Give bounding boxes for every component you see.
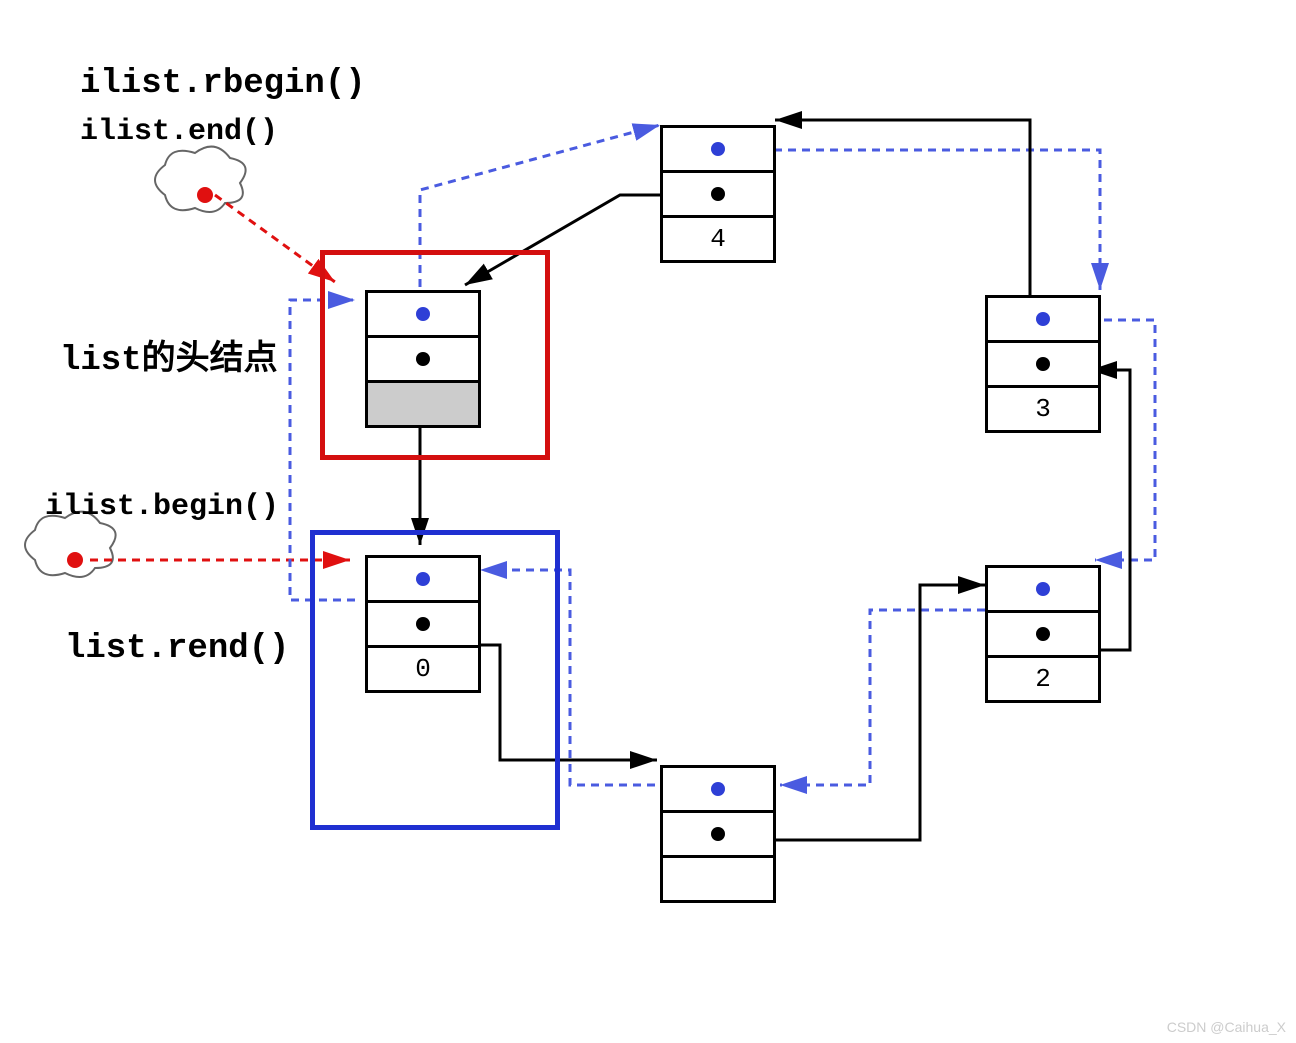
dot-next [711,827,725,841]
prev-4-to-3 [760,150,1100,290]
dot-next [1036,627,1050,641]
diagram-stage: ilist.rbegin() ilist.end() list的头结点 ilis… [0,0,1296,1043]
label-begin: ilist.begin() [45,490,279,524]
watermark: CSDN @Caihua_X [1167,1019,1286,1035]
arrow-end-ptr [215,195,335,282]
node-3-value: 3 [988,394,1098,424]
node-4: 4 [660,125,776,263]
label-rbegin: ilist.rbegin() [80,65,366,103]
dot-prev [1036,582,1050,596]
dot-prev [711,142,725,156]
dot-prev [711,782,725,796]
cloud-end [155,147,246,212]
dot-next [1036,357,1050,371]
dot-next [711,187,725,201]
label-end: ilist.end() [80,115,278,149]
label-rend: list.rend() [65,630,289,668]
highlight-blue [310,530,560,830]
node-2: 2 [985,565,1101,703]
node-3: 3 [985,295,1101,433]
next-3-to-4 [775,120,1030,300]
node-1 [660,765,776,903]
highlight-red [320,250,550,460]
prev-2-to-1 [780,610,985,785]
node-4-value: 4 [663,224,773,254]
dot-prev [1036,312,1050,326]
label-head: list的头结点 [60,330,278,380]
node-2-value: 2 [988,664,1098,694]
next-1-to-2 [740,585,985,840]
